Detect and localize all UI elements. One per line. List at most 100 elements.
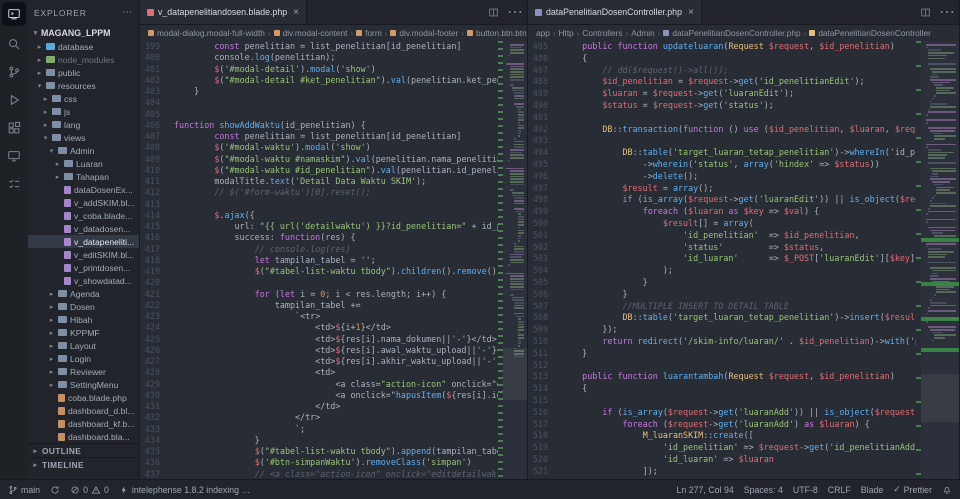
code-line[interactable]: </tr> — [174, 412, 498, 423]
workspace-root-folder[interactable]: ▾ MAGANG_LPPM — [28, 25, 139, 40]
code-line[interactable]: public function updateluaran(Request $re… — [562, 41, 916, 53]
tree-folder-css[interactable]: ▸ css — [28, 92, 139, 105]
breadcrumb-item[interactable]: Controllers — [582, 28, 622, 38]
code-line[interactable]: modalTitle.text('Detail Data Waktu SKIM'… — [174, 176, 498, 187]
tree-file-dashboard-bla-[interactable]: dashboard.bla... — [28, 430, 139, 443]
minimap-slider[interactable] — [921, 373, 959, 423]
extensions-icon[interactable] — [2, 116, 26, 140]
code-line[interactable] — [174, 109, 498, 120]
code-line[interactable]: $("#modal-detail #ket_penelitian").val(p… — [174, 75, 498, 86]
minimap-slider[interactable] — [503, 347, 527, 401]
tree-file-v-showdatad-[interactable]: v_showdatad... — [28, 274, 139, 287]
tree-folder-node-modules[interactable]: ▸ node_modules — [28, 53, 139, 66]
code-line[interactable]: foreach ($request->get('luaranAdd') as $… — [562, 419, 916, 431]
code-line[interactable]: } — [562, 289, 916, 301]
breadcrumb-item[interactable]: Admin — [631, 28, 655, 38]
code-line[interactable]: 'id_penelitian' => $id_penelitian, — [562, 230, 916, 242]
tree-folder-database[interactable]: ▸ database — [28, 40, 139, 53]
code-line[interactable] — [562, 135, 916, 147]
code-line[interactable]: 'id_penelitian' => $request->get('id_pen… — [562, 442, 916, 454]
code-line[interactable]: function showAddWaktu(id_penelitian) { — [174, 120, 498, 131]
code-line[interactable]: $("#tabel-list-waktu tbody").children().… — [174, 266, 498, 277]
code-line[interactable]: 'id_luaran' => $_POST['luaranEdit'][$key… — [562, 253, 916, 265]
tree-file-v-printdosen-[interactable]: v_printdosen... — [28, 261, 139, 274]
code-line[interactable]: ); — [562, 265, 916, 277]
minimap[interactable] — [921, 41, 959, 479]
run-debug-icon[interactable] — [2, 88, 26, 112]
code-line[interactable]: $id_penelitian = $request->get('id_penel… — [562, 76, 916, 88]
tree-file-v-editskim-bl-[interactable]: v_editSKIM.bl... — [28, 248, 139, 261]
git-branch-status[interactable]: main — [8, 485, 40, 495]
indentation-setting[interactable]: Spaces: 4 — [744, 485, 783, 495]
remote-explorer-icon[interactable] — [2, 144, 26, 168]
code-line[interactable]: { — [562, 383, 916, 395]
code-line[interactable]: <td>${res[i].awal_waktu_upload||'-'}</td… — [174, 345, 498, 356]
code-line[interactable]: $luaran = $request->get('luaranEdit'); — [562, 88, 916, 100]
code-line[interactable]: $("#modal-waktu #id_penelitian").val(pen… — [174, 165, 498, 176]
timeline-section[interactable]: ▸ TIMELINE — [28, 457, 139, 471]
breadcrumb-item[interactable]: div.modal-footer — [390, 28, 458, 38]
code-line[interactable]: `<tr> — [174, 311, 498, 322]
code-line[interactable]: } — [562, 277, 916, 289]
code-line[interactable]: 'status' => $status, — [562, 242, 916, 254]
code-line[interactable]: } — [174, 86, 498, 97]
code-line[interactable]: `; — [174, 424, 498, 435]
app-logo-icon[interactable] — [2, 2, 26, 26]
code-line[interactable]: DB::table('target_luaran_tetap_penelitia… — [562, 312, 916, 324]
code-line[interactable]: <td>${res[i].akhir_waktu_upload||'-'}</t… — [174, 356, 498, 367]
tree-file-v-coba-blade-[interactable]: v_coba.blade... — [28, 209, 139, 222]
tree-file-v-datadosen-[interactable]: v_datadosen... — [28, 222, 139, 235]
breadcrumb-item[interactable]: div.modal-content — [273, 28, 347, 38]
search-icon[interactable] — [2, 32, 26, 56]
code-line[interactable]: <a onclick="hapusItem(${res[i].id_waktu_… — [174, 390, 498, 401]
breadcrumb-item[interactable]: modal-dialog.modal-full-width — [148, 28, 265, 38]
explorer-more-actions-icon[interactable]: ⋯ — [122, 7, 133, 18]
code-line[interactable]: <td>${res[i].nama_dokumen||'-'}</td> — [174, 334, 498, 345]
tree-file-coba-blade-php[interactable]: coba.blade.php — [28, 391, 139, 404]
code-line[interactable]: if (is_array($request->get('luaranEdit')… — [562, 194, 916, 206]
breadcrumb-item[interactable]: app — [536, 28, 550, 38]
code-line[interactable]: // console.log(res) — [174, 244, 498, 255]
tree-folder-kppmf[interactable]: ▸ KPPMF — [28, 326, 139, 339]
tree-folder-public[interactable]: ▸ public — [28, 66, 139, 79]
code-line[interactable]: ->delete(); — [562, 171, 916, 183]
code-line[interactable]: <td> — [174, 367, 498, 378]
checklist-icon[interactable] — [2, 172, 26, 196]
code-line[interactable]: console.log(penelitian); — [174, 52, 498, 63]
tree-folder-agenda[interactable]: ▸ Agenda — [28, 287, 139, 300]
file-encoding[interactable]: UTF-8 — [793, 485, 818, 495]
language-mode[interactable]: Blade — [861, 485, 884, 495]
code-line[interactable] — [562, 360, 916, 372]
code-line[interactable]: for (let i = 0; i < res.length; i++) { — [174, 289, 498, 300]
cursor-position[interactable]: Ln 277, Col 94 — [677, 485, 734, 495]
tree-folder-layout[interactable]: ▸ Layout — [28, 339, 139, 352]
code-line[interactable]: <a class="action-icon" onclick="editdeta… — [174, 379, 498, 390]
code-line[interactable]: { — [562, 53, 916, 65]
breadcrumb-item[interactable]: dataPenelitianDosenController — [809, 28, 931, 38]
code-line[interactable]: const penelitian = list_penelitian[id_pe… — [174, 131, 498, 142]
breadcrumb-item[interactable]: dataPenelitianDosenController.php — [663, 28, 801, 38]
code-line[interactable]: // dd($request()->all()); — [562, 65, 916, 77]
code-line[interactable]: $('#modal-waktu').modal('show') — [174, 142, 498, 153]
code-line[interactable]: </td> — [174, 401, 498, 412]
code-line[interactable]: $status = $request->get('status'); — [562, 100, 916, 112]
tree-folder-dosen[interactable]: ▸ Dosen — [28, 300, 139, 313]
breadcrumb-item[interactable]: form — [356, 28, 382, 38]
code-line[interactable]: $('#btn-simpanWaktu').removeClass('simpa… — [174, 457, 498, 468]
code-line[interactable]: // <a class="action-icon" onclick="editd… — [174, 469, 498, 480]
tree-folder-reviewer[interactable]: ▸ Reviewer — [28, 365, 139, 378]
tree-folder-login[interactable]: ▸ Login — [28, 352, 139, 365]
intelephense-status[interactable]: intelephense 1.8.2 indexing … — [119, 485, 250, 495]
code-line[interactable]: ->wherein('status', array('hindex' => $s… — [562, 159, 916, 171]
tree-folder-luaran[interactable]: ▸ Luaran — [28, 157, 139, 170]
tree-folder-js[interactable]: ▸ js — [28, 105, 139, 118]
editor-more-actions-icon[interactable]: ⋯ — [503, 0, 527, 24]
code-line[interactable]: $result[] = array( — [562, 218, 916, 230]
close-tab-icon[interactable]: × — [688, 7, 694, 18]
split-editor-icon[interactable] — [916, 0, 935, 24]
code-line[interactable]: $("#tabel-list-waktu tbody").append(tamp… — [174, 446, 498, 457]
code-line[interactable]: 'id_luaran' => $luaran — [562, 454, 916, 466]
tree-file-dashboard-d-bl-[interactable]: dashboard_d.bl... — [28, 404, 139, 417]
code-line[interactable] — [174, 97, 498, 108]
code-line[interactable]: ]); — [562, 466, 916, 478]
